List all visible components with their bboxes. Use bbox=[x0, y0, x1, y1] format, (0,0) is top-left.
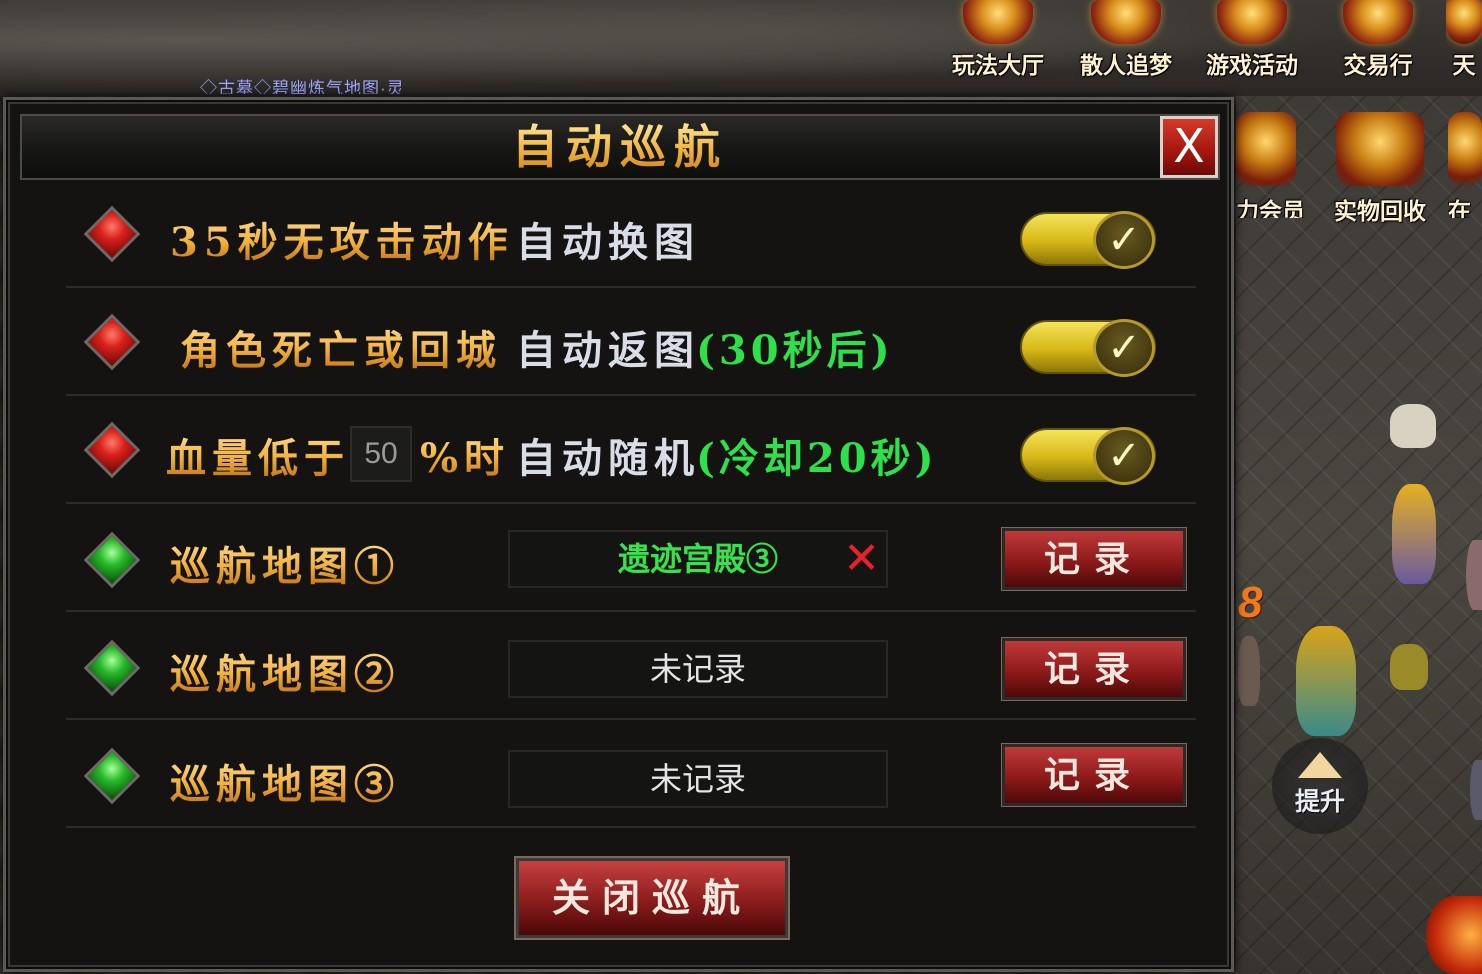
menu-label: 力会员 bbox=[1236, 198, 1305, 218]
arrow-up-icon bbox=[1298, 752, 1342, 778]
checkmark-icon: ✓ bbox=[1107, 433, 1141, 479]
map-slot-1: 遗迹宫殿③ ✕ bbox=[508, 530, 888, 588]
menu-game-hall[interactable]: 玩法大厅 bbox=[940, 0, 1056, 92]
upgrade-button[interactable]: 提升 bbox=[1272, 738, 1368, 834]
cruise-map-row-2: 巡航地图② 未记录 记录 bbox=[66, 614, 1196, 720]
option-label: 血量低于 bbox=[166, 426, 350, 484]
menu-label: 实物回收 bbox=[1334, 198, 1426, 224]
toggle-low-hp-random[interactable]: ✓ bbox=[1020, 427, 1156, 485]
toggle-idle-switch[interactable]: ✓ bbox=[1020, 211, 1156, 269]
toggle-knob: ✓ bbox=[1093, 211, 1155, 269]
red-gem-icon bbox=[83, 313, 141, 371]
skill-orb-icon[interactable] bbox=[1466, 540, 1482, 610]
item-drop-sprite bbox=[1390, 404, 1436, 448]
menu-solo-dream[interactable]: 散人追梦 bbox=[1068, 0, 1184, 92]
option-action: 自动换图 bbox=[516, 219, 700, 266]
game-scene-right bbox=[1236, 96, 1482, 974]
menu-label: 散人追梦 bbox=[1080, 52, 1172, 78]
option-row-low-hp-random: 血量低于 50 %时 自动随机 (冷却20秒) ✓ bbox=[66, 398, 1196, 504]
title-bar: 自动巡航 X bbox=[20, 114, 1220, 180]
close-button[interactable]: X bbox=[1160, 116, 1218, 178]
menu-trading-house[interactable]: 交易行 bbox=[1320, 0, 1436, 92]
online-icon bbox=[1448, 112, 1482, 186]
checkmark-icon: ✓ bbox=[1107, 217, 1141, 263]
skill-orb-icon[interactable] bbox=[1426, 896, 1482, 974]
clear-map-icon[interactable]: ✕ bbox=[843, 534, 880, 584]
menu-label: 在 bbox=[1448, 198, 1471, 218]
monster-sprite bbox=[1238, 636, 1260, 706]
monster-sprite bbox=[1390, 644, 1428, 690]
menu-label: 交易行 bbox=[1343, 52, 1413, 78]
close-icon: X bbox=[1173, 119, 1205, 173]
record-map-1-button[interactable]: 记录 bbox=[1002, 528, 1186, 590]
option-label: 35秒无攻击动作 bbox=[170, 210, 514, 268]
option-note: (30秒后) bbox=[696, 327, 894, 374]
trading-house-icon bbox=[1343, 0, 1413, 44]
option-action: 自动随机 bbox=[516, 435, 700, 482]
vip-member-icon bbox=[1236, 112, 1296, 186]
menu-label: 游戏活动 bbox=[1206, 52, 1298, 78]
panel-title: 自动巡航 bbox=[22, 116, 1218, 178]
menu-vip-member[interactable]: 力会员 bbox=[1236, 112, 1312, 218]
map-label: 巡航地图③ bbox=[170, 752, 400, 810]
auto-cruise-panel: 自动巡航 X 35秒无攻击动作 自动换图 ✓ 角色死亡或回城 自动返图 (30秒… bbox=[3, 97, 1234, 972]
game-event-icon bbox=[1217, 0, 1287, 44]
menu-sky[interactable]: 天 bbox=[1446, 0, 1482, 92]
player-sprite bbox=[1392, 484, 1436, 584]
option-row-death-return: 角色死亡或回城 自动返图 (30秒后) ✓ bbox=[66, 290, 1196, 396]
checkmark-icon: ✓ bbox=[1107, 325, 1141, 371]
option-label-suffix: %时 bbox=[420, 426, 510, 484]
green-gem-icon bbox=[83, 639, 141, 697]
green-gem-icon bbox=[83, 531, 141, 589]
red-gem-icon bbox=[83, 205, 141, 263]
sky-icon bbox=[1446, 0, 1482, 44]
record-map-2-button[interactable]: 记录 bbox=[1002, 638, 1186, 700]
record-map-3-button[interactable]: 记录 bbox=[1002, 744, 1186, 806]
hp-threshold-input[interactable]: 50 bbox=[350, 426, 412, 482]
map-label: 巡航地图② bbox=[170, 642, 400, 700]
map-name: 未记录 bbox=[649, 761, 746, 797]
item-recycle-icon bbox=[1336, 112, 1424, 186]
toggle-death-return[interactable]: ✓ bbox=[1020, 319, 1156, 377]
map-label: 巡航地图① bbox=[170, 534, 400, 592]
option-row-idle-switch: 35秒无攻击动作 自动换图 ✓ bbox=[66, 182, 1196, 288]
toggle-knob: ✓ bbox=[1093, 427, 1155, 485]
menu-item-recycle[interactable]: 实物回收 bbox=[1322, 112, 1438, 224]
damage-number: 8 bbox=[1238, 578, 1263, 627]
cruise-map-row-3: 巡航地图③ 未记录 记录 bbox=[66, 722, 1196, 828]
red-gem-icon bbox=[83, 421, 141, 479]
menu-online[interactable]: 在 bbox=[1448, 112, 1482, 218]
stop-cruise-button[interactable]: 关闭巡航 bbox=[516, 858, 788, 938]
game-hall-icon bbox=[963, 0, 1033, 44]
player-sprite bbox=[1296, 626, 1356, 736]
map-name: 遗迹宫殿③ bbox=[617, 541, 778, 577]
menu-game-event[interactable]: 游戏活动 bbox=[1194, 0, 1310, 92]
green-gem-icon bbox=[83, 747, 141, 805]
chat-message: ◇古墓◇碧幽炼气地图·灵 bbox=[200, 79, 405, 94]
map-name: 未记录 bbox=[649, 651, 746, 687]
upgrade-label: 提升 bbox=[1294, 788, 1345, 816]
map-slot-2: 未记录 bbox=[508, 640, 888, 698]
menu-label: 玩法大厅 bbox=[952, 52, 1044, 78]
menu-label: 天 bbox=[1452, 52, 1476, 78]
map-slot-3: 未记录 bbox=[508, 750, 888, 808]
skill-orb-icon[interactable] bbox=[1470, 760, 1482, 820]
option-label: 角色死亡或回城 bbox=[180, 318, 502, 376]
option-action: 自动返图 bbox=[516, 327, 700, 374]
solo-dream-icon bbox=[1091, 0, 1161, 44]
cruise-map-row-1: 巡航地图① 遗迹宫殿③ ✕ 记录 bbox=[66, 506, 1196, 612]
option-note: (冷却20秒) bbox=[696, 435, 938, 482]
toggle-knob: ✓ bbox=[1093, 319, 1155, 377]
